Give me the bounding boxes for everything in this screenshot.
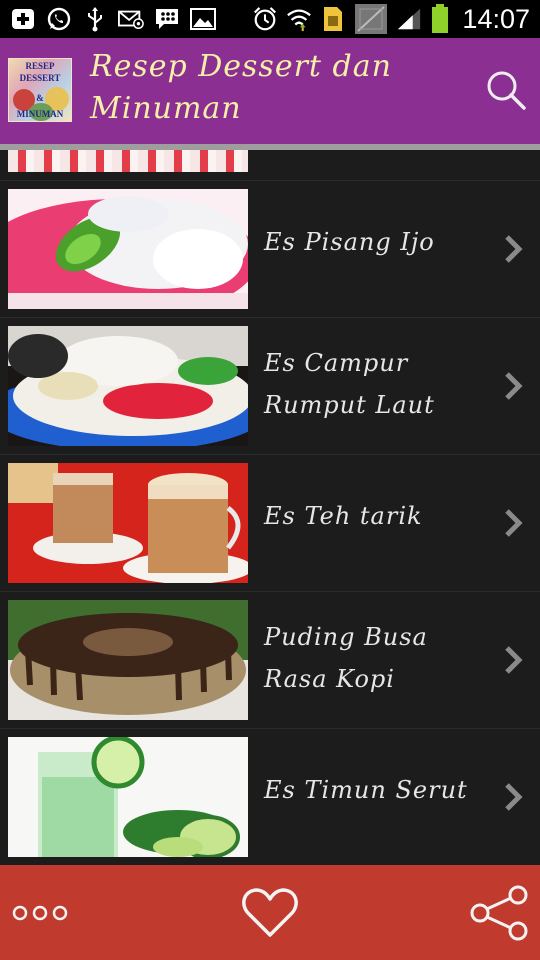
chevron-right-icon	[505, 646, 523, 674]
recipe-title: Es Timun Serut	[264, 776, 468, 804]
logo-text-1: RESEP	[25, 61, 55, 71]
list-item[interactable]: Es Pisang Ijo	[0, 181, 540, 318]
search-button[interactable]	[484, 68, 528, 112]
recipe-title: Es Campur Rumput Laut	[264, 349, 435, 419]
bbm-icon	[154, 6, 180, 32]
logo-text-2: DESSERT	[19, 73, 61, 83]
favorite-button[interactable]	[240, 883, 300, 943]
heart-icon	[242, 888, 298, 937]
chevron-right-icon	[505, 235, 523, 263]
email-icon	[118, 6, 144, 32]
sim-icon	[320, 6, 346, 32]
list-item[interactable]: Es Teh tarik	[0, 455, 540, 592]
recipe-title: Es Teh tarik	[264, 502, 423, 530]
recipe-title: Es Pisang Ijo	[264, 228, 435, 256]
recipe-thumbnail	[8, 737, 248, 857]
whatsapp-icon	[46, 6, 72, 32]
app-bar: RESEP DESSERT & MINUMAN Resep Dessert da…	[0, 38, 540, 144]
no-signal-icon	[354, 3, 388, 35]
more-options-button[interactable]	[12, 898, 72, 928]
notification-icons	[10, 5, 216, 33]
app-logo: RESEP DESSERT & MINUMAN	[8, 58, 72, 122]
list-item[interactable]: Es Timun Serut	[0, 729, 540, 865]
list-item[interactable]	[0, 150, 540, 181]
recipe-thumbnail	[8, 326, 248, 446]
list-item[interactable]: Puding Busa Rasa Kopi	[0, 592, 540, 729]
alarm-icon	[252, 6, 278, 32]
recipe-thumbnail	[8, 189, 248, 309]
add-icon	[10, 6, 36, 32]
chevron-right-icon	[505, 509, 523, 537]
recipe-thumbnail	[8, 463, 248, 583]
wifi-icon	[286, 6, 312, 32]
logo-text-4: MINUMAN	[16, 109, 64, 119]
usb-icon	[82, 6, 108, 32]
logo-text-3: &	[36, 93, 44, 103]
recipe-thumbnail	[8, 600, 248, 720]
image-icon	[190, 6, 216, 32]
search-icon	[487, 71, 526, 110]
signal-icon	[396, 6, 422, 32]
chevron-right-icon	[505, 372, 523, 400]
chevron-right-icon	[505, 783, 523, 811]
app-title: Resep Dessert dan Minuman	[90, 49, 392, 126]
recipe-thumbnail	[8, 150, 248, 172]
status-bar: 14:07	[0, 0, 540, 38]
more-options-icon	[12, 905, 68, 921]
share-icon	[470, 885, 528, 941]
bottom-action-bar	[0, 865, 540, 960]
list-item[interactable]: Es Campur Rumput Laut	[0, 318, 540, 455]
recipe-title: Puding Busa Rasa Kopi	[264, 623, 428, 693]
recipe-list[interactable]: Es Pisang Ijo Es Campur Rumput Laut Es T…	[0, 150, 540, 865]
clock: 14:07	[462, 3, 530, 34]
system-icons: 14:07	[252, 4, 530, 34]
share-button[interactable]	[468, 883, 532, 943]
battery-icon	[430, 4, 450, 33]
